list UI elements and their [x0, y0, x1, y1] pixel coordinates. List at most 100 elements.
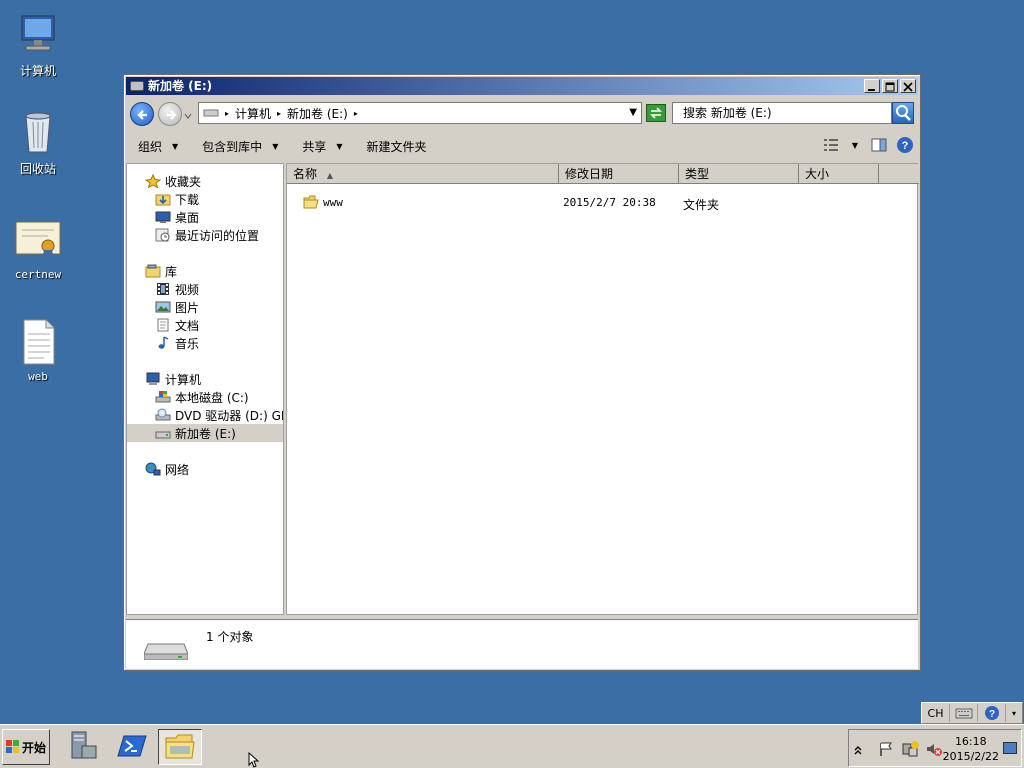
column-label: 大小: [805, 167, 830, 181]
nav-computer[interactable]: 计算机: [145, 370, 201, 388]
volume-muted-icon[interactable]: [925, 740, 943, 758]
nav-label: 库: [165, 264, 178, 279]
chevron-down-icon: ▼: [272, 141, 279, 151]
nav-label: 新加卷 (E:): [175, 426, 236, 441]
recent-pages-dropdown[interactable]: [184, 109, 192, 119]
network-status-icon[interactable]: [901, 740, 919, 758]
forward-button[interactable]: [158, 102, 182, 126]
folder-icon: [164, 730, 196, 765]
clock[interactable]: 16:18 2015/2/22: [943, 734, 999, 764]
chevron-right-icon[interactable]: ▸: [225, 109, 229, 118]
nav-desktop[interactable]: 桌面: [155, 208, 199, 226]
chevron-right-icon[interactable]: ▸: [354, 109, 358, 118]
address-bar[interactable]: ▸ 计算机 ▸ 新加卷 (E:) ▸ ▼: [198, 102, 642, 124]
drive-icon: [130, 81, 144, 91]
nav-label: 图片: [175, 300, 200, 315]
taskbar-server-manager[interactable]: [62, 729, 106, 765]
arrow-left-icon: [137, 110, 147, 120]
address-dropdown-icon[interactable]: ▼: [629, 107, 637, 118]
nav-label: 收藏夹: [165, 174, 202, 189]
refresh-button[interactable]: [646, 104, 666, 122]
language-options-icon[interactable]: ▾: [1006, 704, 1022, 722]
nav-network[interactable]: 网络: [145, 460, 189, 478]
action-center-flag-icon[interactable]: [877, 740, 895, 758]
breadcrumb-computer[interactable]: 计算机: [235, 105, 271, 122]
nav-favorites[interactable]: 收藏夹: [144, 172, 202, 190]
sort-ascending-icon: ▲: [326, 171, 333, 180]
show-hidden-icons-button[interactable]: [853, 740, 871, 758]
nav-downloads[interactable]: 下载: [155, 190, 199, 208]
back-button[interactable]: [130, 102, 154, 126]
help-icon[interactable]: ?: [896, 136, 914, 154]
taskbar-explorer[interactable]: [158, 729, 202, 765]
language-bar: CH ? ▾: [921, 702, 1023, 724]
clock-time: 16:18: [954, 735, 987, 748]
column-header-size[interactable]: 大小: [799, 164, 879, 184]
start-button[interactable]: 开始: [2, 729, 50, 765]
window-titlebar[interactable]: 新加卷 (E:): [126, 77, 918, 95]
help-icon[interactable]: ?: [978, 704, 1006, 722]
nav-music[interactable]: 音乐: [155, 334, 199, 352]
nav-label: DVD 驱动器 (D:) GF: [175, 408, 284, 423]
include-library-menu[interactable]: 包含到库中 ▼: [190, 131, 290, 161]
file-name: www: [323, 196, 343, 209]
status-object-count: 1 个对象: [206, 630, 254, 644]
desktop-icon: [155, 210, 171, 224]
star-icon: [144, 173, 162, 189]
maximize-button[interactable]: [882, 79, 898, 93]
nav-new-volume-e[interactable]: 新加卷 (E:): [127, 424, 283, 442]
library-icon: [145, 264, 161, 278]
recent-places-icon: [155, 228, 171, 242]
column-header-name[interactable]: 名称 ▲: [287, 164, 559, 184]
documents-icon: [155, 318, 171, 332]
organize-label: 组织: [138, 139, 163, 154]
nav-local-disk-c[interactable]: 本地磁盘 (C:): [155, 388, 249, 406]
navigation-pane: 收藏夹 下载 桌面 最近访问的位置 库 视频 图片 文档 音乐 计算机 本地磁盘…: [126, 163, 284, 615]
nav-documents[interactable]: 文档: [155, 316, 199, 334]
downloads-folder-icon: [155, 192, 171, 206]
nav-label: 桌面: [175, 210, 200, 225]
desktop-icon-label: web: [28, 370, 48, 383]
desktop-icon-certnew[interactable]: certnew: [2, 216, 74, 281]
mouse-cursor-icon: [248, 751, 260, 768]
system-tray: 16:18 2015/2/22: [848, 729, 1022, 767]
explorer-window: 新加卷 (E:) ▸ 计算机 ▸ 新加卷 (E:) ▸ ▼ 搜索 新加卷 (E:…: [123, 74, 921, 671]
chevron-right-icon[interactable]: ▸: [277, 109, 281, 118]
show-desktop-button[interactable]: [1003, 742, 1017, 754]
include-library-label: 包含到库中: [202, 139, 263, 154]
column-header-type[interactable]: 类型: [679, 164, 799, 184]
organize-menu[interactable]: 组织 ▼: [126, 131, 190, 161]
video-icon: [155, 282, 171, 296]
column-header-modified[interactable]: 修改日期: [559, 164, 679, 184]
desktop-icon-label: 计算机: [19, 64, 56, 78]
view-options-icon[interactable]: [822, 136, 840, 154]
nav-pictures[interactable]: 图片: [155, 298, 199, 316]
file-type: 文件夹: [683, 198, 720, 212]
keyboard-icon[interactable]: [950, 704, 978, 722]
nav-dvd-drive[interactable]: DVD 驱动器 (D:) GF: [155, 406, 284, 424]
taskbar-powershell[interactable]: [110, 729, 154, 765]
language-indicator[interactable]: CH: [922, 704, 950, 722]
nav-recent[interactable]: 最近访问的位置: [155, 226, 259, 244]
view-dropdown-icon[interactable]: ▼: [852, 141, 858, 150]
desktop-icon-web[interactable]: web: [2, 318, 74, 383]
table-row[interactable]: www 2015/2/7 20:38 文件夹: [287, 192, 917, 212]
new-folder-label: 新建文件夹: [366, 139, 427, 154]
share-menu[interactable]: 共享 ▼: [290, 131, 354, 161]
breadcrumb-volume[interactable]: 新加卷 (E:): [287, 105, 348, 122]
nav-videos[interactable]: 视频: [155, 280, 199, 298]
file-modified: 2015/2/7 20:38: [563, 196, 656, 209]
chevron-down-icon: ▼: [336, 141, 343, 151]
close-button[interactable]: [900, 79, 916, 93]
clock-date: 2015/2/22: [942, 750, 999, 763]
minimize-button[interactable]: [864, 79, 880, 93]
search-icon: [896, 105, 911, 121]
search-button[interactable]: [892, 102, 914, 124]
desktop-icon-computer[interactable]: 计算机: [2, 10, 74, 79]
preview-pane-icon[interactable]: [870, 136, 888, 154]
new-folder-button[interactable]: 新建文件夹: [355, 131, 439, 161]
search-input[interactable]: 搜索 新加卷 (E:): [672, 102, 892, 124]
nav-libraries[interactable]: 库: [145, 262, 177, 280]
file-list: 名称 ▲ 修改日期 类型 大小 www 2015/2/7 20:38 文件夹: [286, 163, 919, 615]
desktop-icon-recycle-bin[interactable]: 回收站: [2, 108, 74, 177]
